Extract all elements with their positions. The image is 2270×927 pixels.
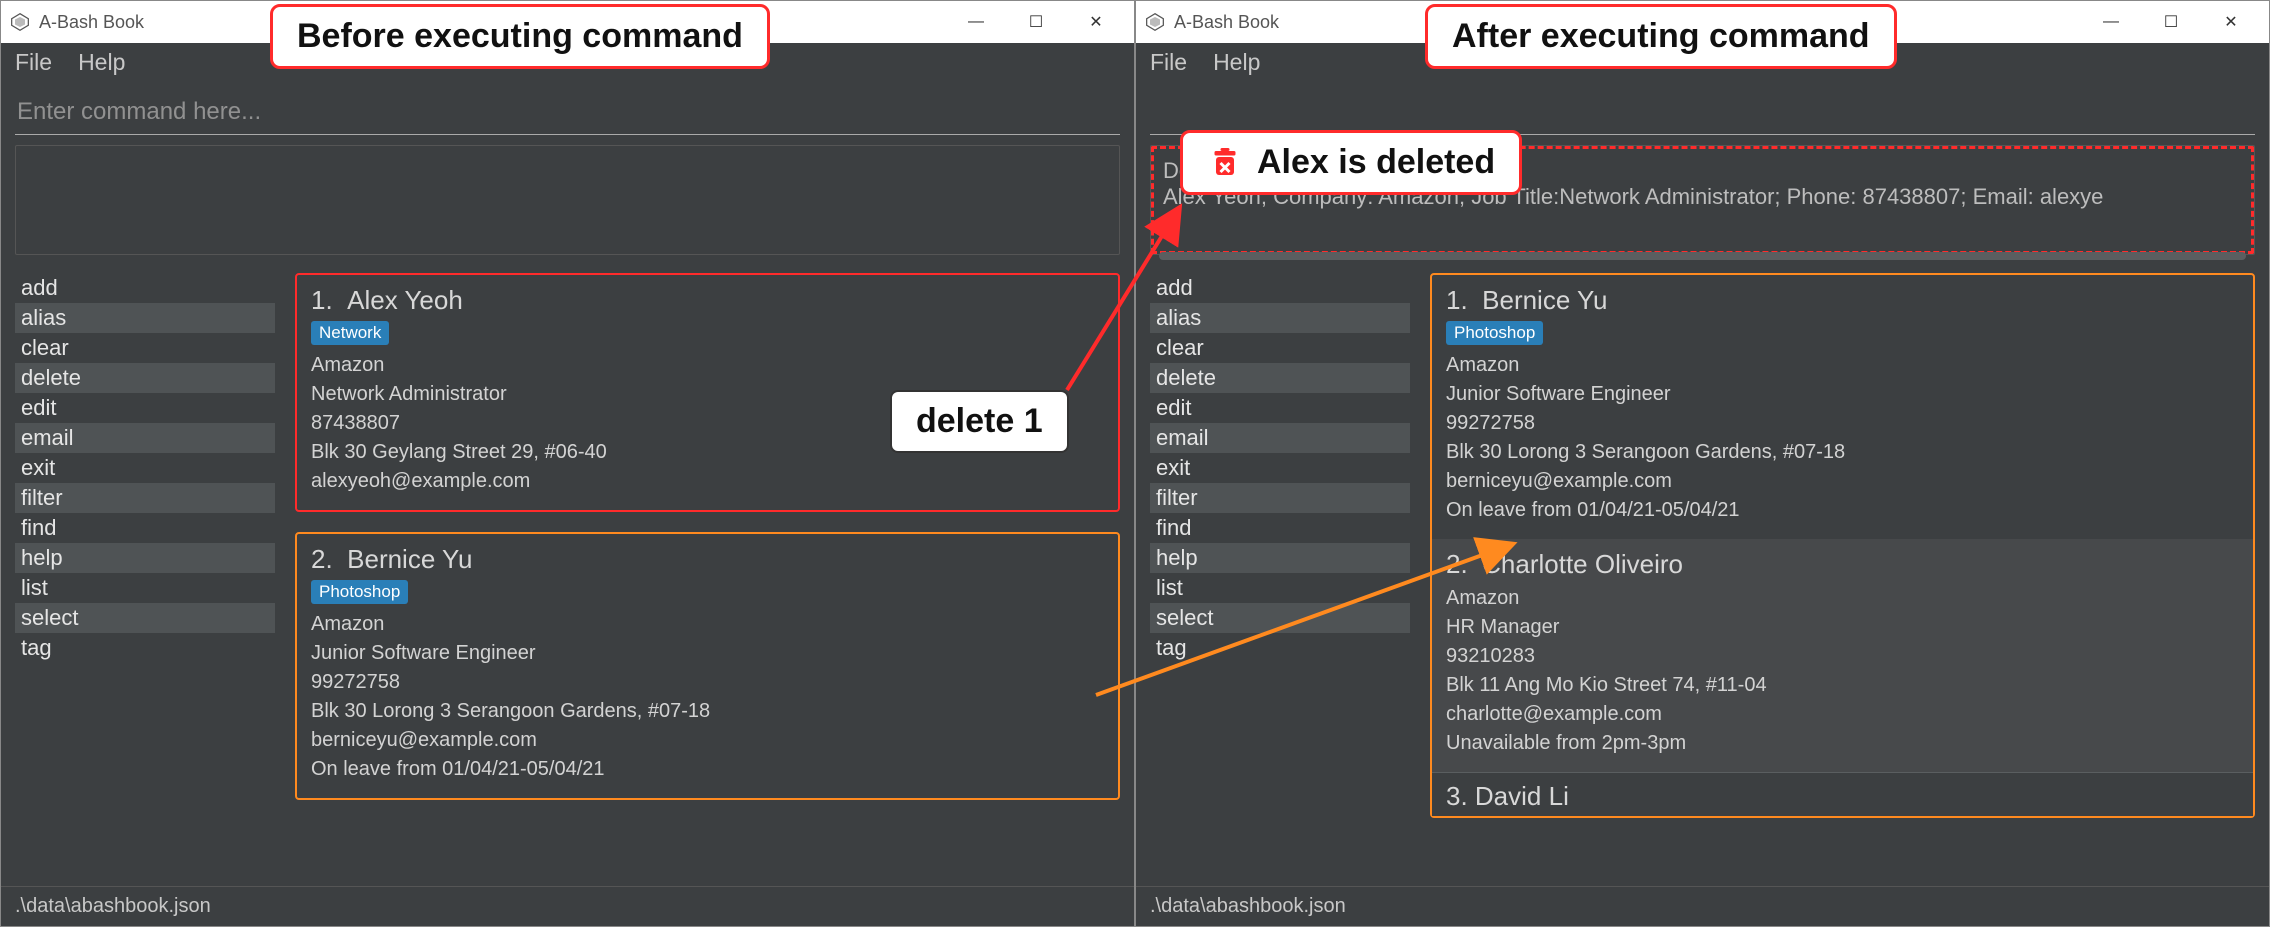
window-controls: — ☐ ✕ xyxy=(2081,1,2261,43)
annotation-before: Before executing command xyxy=(270,4,770,69)
sidebar-item-list[interactable]: list xyxy=(1150,573,1410,603)
sidebar-item-edit[interactable]: edit xyxy=(15,393,275,423)
app-icon xyxy=(9,11,31,33)
app-icon xyxy=(1144,11,1166,33)
card-phone: 99272758 xyxy=(311,668,1104,697)
sidebar-item-filter[interactable]: filter xyxy=(15,483,275,513)
card-index: 2. xyxy=(1446,549,1468,579)
annotation-before-label: Before executing command xyxy=(297,17,743,56)
card-note: On leave from 01/04/21-05/04/21 xyxy=(1446,496,2239,525)
sidebar-item-clear[interactable]: clear xyxy=(15,333,275,363)
sidebar: add alias clear delete edit email exit f… xyxy=(1150,273,1410,886)
card-address: Blk 30 Lorong 3 Serangoon Gardens, #07-1… xyxy=(311,697,1104,726)
sidebar-item-delete[interactable]: delete xyxy=(15,363,275,393)
menu-file[interactable]: File xyxy=(15,49,52,76)
maximize-button[interactable]: ☐ xyxy=(2141,1,2201,43)
card-note: Unavailable from 2pm-3pm xyxy=(1446,729,2239,758)
person-card-group: 1. Bernice Yu Photoshop Amazon Junior So… xyxy=(1430,273,2255,818)
minimize-button[interactable]: — xyxy=(946,1,1006,43)
person-card[interactable]: 2. Bernice Yu Photoshop Amazon Junior So… xyxy=(295,532,1120,800)
card-email: charlotte@example.com xyxy=(1446,700,2239,729)
sidebar-item-select[interactable]: select xyxy=(15,603,275,633)
annotation-after: After executing command xyxy=(1425,4,1897,69)
card-name: Bernice Yu xyxy=(1482,285,1607,315)
sidebar: add alias clear delete edit email exit f… xyxy=(15,273,275,886)
card-name: Alex Yeoh xyxy=(347,285,463,315)
card-email: berniceyu@example.com xyxy=(1446,467,2239,496)
card-phone: 99272758 xyxy=(1446,409,2239,438)
card-tag: Photoshop xyxy=(1446,321,1543,345)
sidebar-item-add[interactable]: add xyxy=(15,273,275,303)
command-input[interactable] xyxy=(15,90,1120,135)
card-company: Amazon xyxy=(311,610,1104,639)
sidebar-item-exit[interactable]: exit xyxy=(1150,453,1410,483)
scrollbar-horizontal[interactable] xyxy=(1159,252,2246,260)
card-email: alexyeoh@example.com xyxy=(311,467,1104,496)
sidebar-item-tag[interactable]: tag xyxy=(1150,633,1410,663)
sidebar-item-email[interactable]: email xyxy=(15,423,275,453)
card-note: On leave from 01/04/21-05/04/21 xyxy=(311,755,1104,784)
card-job: HR Manager xyxy=(1446,613,2239,642)
card-email: berniceyu@example.com xyxy=(311,726,1104,755)
sidebar-item-select[interactable]: select xyxy=(1150,603,1410,633)
card-list: 1. Alex Yeoh Network Amazon Network Admi… xyxy=(295,273,1120,886)
card-address: Blk 30 Lorong 3 Serangoon Gardens, #07-1… xyxy=(1446,438,2239,467)
sidebar-item-edit[interactable]: edit xyxy=(1150,393,1410,423)
card-address: Blk 11 Ang Mo Kio Street 74, #11-04 xyxy=(1446,671,2239,700)
card-job: Junior Software Engineer xyxy=(311,639,1104,668)
card-index: 2. xyxy=(311,544,333,574)
sidebar-item-find[interactable]: find xyxy=(1150,513,1410,543)
card-index: 1. xyxy=(311,285,333,315)
sidebar-item-filter[interactable]: filter xyxy=(1150,483,1410,513)
minimize-button[interactable]: — xyxy=(2081,1,2141,43)
card-name: Charlotte Oliveiro xyxy=(1482,549,1683,579)
sidebar-item-exit[interactable]: exit xyxy=(15,453,275,483)
annotation-deleted: Alex is deleted xyxy=(1180,130,1522,195)
statusbar: .\data\abashbook.json xyxy=(1136,886,2269,926)
menu-file[interactable]: File xyxy=(1150,49,1187,76)
sidebar-item-delete[interactable]: delete xyxy=(1150,363,1410,393)
card-company: Amazon xyxy=(1446,584,2239,613)
card-list: 1. Bernice Yu Photoshop Amazon Junior So… xyxy=(1430,273,2255,886)
card-name: Bernice Yu xyxy=(347,544,472,574)
statusbar: .\data\abashbook.json xyxy=(1,886,1134,926)
card-company: Amazon xyxy=(1446,351,2239,380)
sidebar-item-email[interactable]: email xyxy=(1150,423,1410,453)
person-card[interactable]: 2. Charlotte Oliveiro Amazon HR Manager … xyxy=(1432,539,2253,772)
maximize-button[interactable]: ☐ xyxy=(1006,1,1066,43)
person-card[interactable]: 3. David Li xyxy=(1432,772,2253,816)
menu-help[interactable]: Help xyxy=(1213,49,1260,76)
card-tag: Network xyxy=(311,321,389,345)
sidebar-item-find[interactable]: find xyxy=(15,513,275,543)
sidebar-item-list[interactable]: list xyxy=(15,573,275,603)
card-tag: Photoshop xyxy=(311,580,408,604)
annotation-command: delete 1 xyxy=(890,390,1069,453)
close-button[interactable]: ✕ xyxy=(1066,1,1126,43)
command-input[interactable] xyxy=(1150,90,2255,135)
card-company: Amazon xyxy=(311,351,1104,380)
annotation-after-label: After executing command xyxy=(1452,17,1870,56)
menu-help[interactable]: Help xyxy=(78,49,125,76)
output-box xyxy=(15,145,1120,255)
sidebar-item-tag[interactable]: tag xyxy=(15,633,275,663)
annotation-command-label: delete 1 xyxy=(916,402,1043,440)
annotation-deleted-label: Alex is deleted xyxy=(1257,143,1495,182)
window-controls: — ☐ ✕ xyxy=(946,1,1126,43)
sidebar-item-help[interactable]: help xyxy=(1150,543,1410,573)
sidebar-item-add[interactable]: add xyxy=(1150,273,1410,303)
card-index: 1. xyxy=(1446,285,1468,315)
sidebar-item-alias[interactable]: alias xyxy=(1150,303,1410,333)
sidebar-item-alias[interactable]: alias xyxy=(15,303,275,333)
sidebar-item-help[interactable]: help xyxy=(15,543,275,573)
card-phone: 93210283 xyxy=(1446,642,2239,671)
card-job: Junior Software Engineer xyxy=(1446,380,2239,409)
sidebar-item-clear[interactable]: clear xyxy=(1150,333,1410,363)
person-card[interactable]: 1. Bernice Yu Photoshop Amazon Junior So… xyxy=(1446,285,2239,525)
close-button[interactable]: ✕ xyxy=(2201,1,2261,43)
trash-icon xyxy=(1207,145,1243,181)
window-before: A-Bash Book — ☐ ✕ File Help add alias cl… xyxy=(0,0,1135,927)
